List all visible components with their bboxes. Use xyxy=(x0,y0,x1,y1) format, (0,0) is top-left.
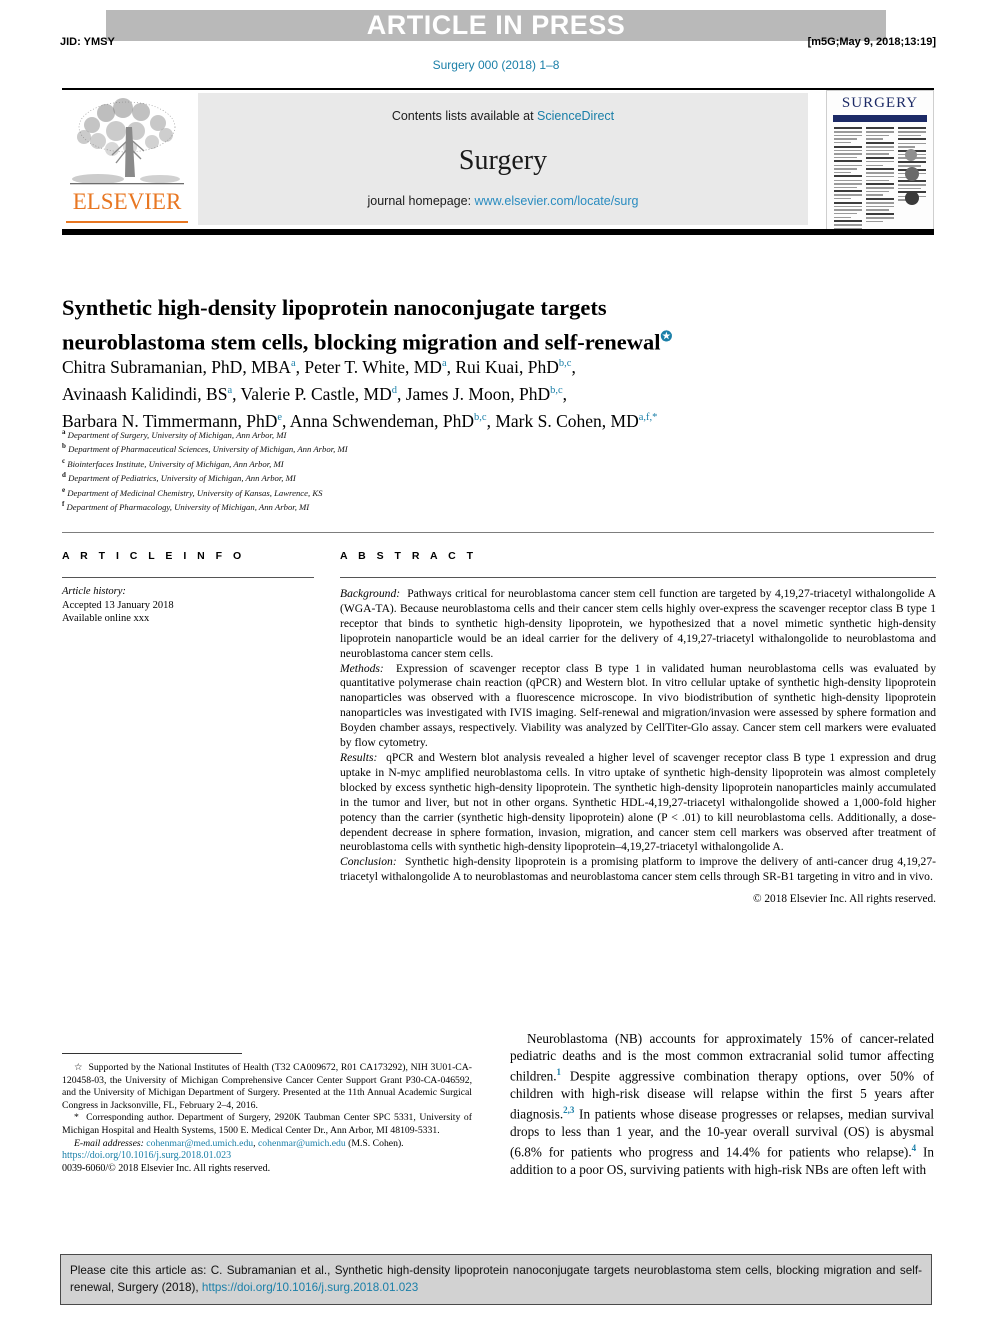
cover-column-left xyxy=(834,127,862,229)
corresponding-author-footnote: * Corresponding author. Department of Su… xyxy=(62,1112,472,1136)
section-divider-rule xyxy=(62,532,934,533)
cover-column-mid xyxy=(866,127,894,224)
abstract-background-label: Background: xyxy=(340,587,401,600)
title-line-2: neuroblastoma stem cells, blocking migra… xyxy=(62,329,661,355)
funding-footnote-text: Supported by the National Institutes of … xyxy=(62,1062,472,1111)
masthead-center-panel: Contents lists available at ScienceDirec… xyxy=(198,93,808,225)
cover-thumb-figure-2 xyxy=(905,191,919,205)
elsevier-underline xyxy=(66,221,188,223)
cover-banner-bar xyxy=(833,115,927,122)
cover-thumb-figure-3 xyxy=(905,149,917,161)
affiliation-item: e Department of Medicinal Chemistry, Uni… xyxy=(62,485,323,498)
abstract-conclusion-paragraph: Conclusion: Synthetic high-density lipop… xyxy=(340,855,936,885)
abstract-copyright: © 2018 Elsevier Inc. All rights reserved… xyxy=(752,893,936,906)
elsevier-tree-icon xyxy=(70,98,184,185)
email-link-2[interactable]: cohenmar@umich.edu xyxy=(258,1138,346,1149)
abstract-heading: A B S T R A C T xyxy=(340,550,477,562)
article-info-heading: A R T I C L E I N F O xyxy=(62,550,246,562)
please-cite-box: Please cite this article as: C. Subraman… xyxy=(60,1254,932,1305)
abstract-conclusion-label: Conclusion: xyxy=(340,855,397,869)
journal-cover-thumbnail: SURGERY xyxy=(826,90,934,230)
introduction-column: Neuroblastoma (NB) accounts for approxim… xyxy=(510,1030,934,1178)
email-suffix: (M.S. Cohen). xyxy=(348,1137,404,1149)
affiliation-item: c Biointerfaces Institute, University of… xyxy=(62,456,284,469)
title-footnote-marker[interactable]: ✪ xyxy=(661,330,673,345)
journal-title: Surgery xyxy=(458,145,548,176)
abstract-results-label: Results: xyxy=(340,750,378,764)
cover-title-text: SURGERY xyxy=(841,95,919,111)
abstract-underline xyxy=(340,577,936,578)
abstract-results-text: qPCR and Western blot analysis revealed … xyxy=(340,750,936,854)
email-footnote: E-mail addresses: cohenmar@med.umich.edu… xyxy=(74,1137,404,1149)
email-link-1[interactable]: cohenmar@med.umich.edu xyxy=(146,1138,253,1149)
abstract-conclusion-text: Synthetic high-density lipoprotein is a … xyxy=(340,855,937,884)
article-info-underline xyxy=(62,577,314,578)
author-line-1: Chitra Subramanian, PhD, MBAa, Peter T. … xyxy=(62,356,576,377)
title-line-1: Synthetic high-density lipoprotein nanoc… xyxy=(62,295,607,321)
issn-copyright-line: 0039-6060/© 2018 Elsevier Inc. All right… xyxy=(62,1162,271,1174)
affiliation-list: a Department of Surgery, University of M… xyxy=(62,427,662,514)
article-available-online: Available online xxx xyxy=(62,613,150,624)
corresponding-author-text: Corresponding author. Department of Surg… xyxy=(62,1112,472,1136)
abstract-methods-text: Expression of scavenger receptor class B… xyxy=(340,661,937,750)
journal-id-label: JID: YMSY xyxy=(60,36,115,48)
author-line-2: Avinaash Kalidindi, BSa, Valerie P. Cast… xyxy=(62,383,568,404)
article-history-block: Article history: Accepted 13 January 201… xyxy=(62,585,314,626)
homepage-prefix: journal homepage: xyxy=(367,194,475,208)
journal-reference-line: Surgery 000 (2018) 1–8 xyxy=(432,58,560,72)
journal-homepage-link[interactable]: www.elsevier.com/locate/surg xyxy=(475,194,639,208)
affiliation-item: a Department of Surgery, University of M… xyxy=(62,428,287,440)
journal-masthead: ELSEVIER Contents lists available at Sci… xyxy=(62,88,934,235)
affiliation-item: f Department of Pharmacology, University… xyxy=(62,500,310,513)
elsevier-wordmark: ELSEVIER xyxy=(72,189,182,214)
article-accepted-date: Accepted 13 January 2018 xyxy=(62,599,174,611)
abstract-results-paragraph: Results: qPCR and Western blot analysis … xyxy=(340,751,936,855)
article-history-label: Article history: xyxy=(62,586,126,597)
abstract-background-paragraph: Background: Pathways critical for neurob… xyxy=(340,587,936,662)
affiliation-item: d Department of Pediatrics, University o… xyxy=(62,471,296,484)
cite-text: Please cite this article as: C. Subraman… xyxy=(70,1264,922,1294)
page-title: Synthetic high-density lipoprotein nanoc… xyxy=(62,293,862,358)
journal-homepage-line: journal homepage: www.elsevier.com/locat… xyxy=(198,194,808,208)
article-in-press-banner: ARTICLE IN PRESS xyxy=(106,10,886,41)
sciencedirect-link[interactable]: ScienceDirect xyxy=(537,109,614,123)
elsevier-logo: ELSEVIER xyxy=(62,93,192,225)
introduction-paragraph: Neuroblastoma (NB) accounts for approxim… xyxy=(510,1031,934,1177)
cover-thumb-figure-1 xyxy=(905,167,919,181)
contents-prefix: Contents lists available at xyxy=(391,109,538,123)
masthead-bottom-rule xyxy=(62,229,934,235)
contents-available-line: Contents lists available at ScienceDirec… xyxy=(198,109,808,123)
abstract-background-text: Pathways critical for neuroblastoma canc… xyxy=(340,587,936,660)
abstract-methods-label: Methods: xyxy=(340,661,384,675)
abstract-section: A B S T R A C T Background: Pathways cri… xyxy=(340,550,936,907)
cite-doi-link[interactable]: https://doi.org/10.1016/j.surg.2018.01.0… xyxy=(202,1281,418,1294)
article-info-section: A R T I C L E I N F O Article history: A… xyxy=(62,550,314,626)
abstract-body: Background: Pathways critical for neurob… xyxy=(340,587,936,907)
affiliation-item: b Department of Pharmaceutical Sciences,… xyxy=(62,442,348,455)
footnote-divider-rule xyxy=(62,1053,242,1054)
funding-footnote: ☆ Supported by the National Institutes o… xyxy=(62,1062,472,1111)
abstract-methods-paragraph: Methods: Expression of scavenger recepto… xyxy=(340,662,936,751)
email-addresses-label: E-mail addresses: xyxy=(74,1137,144,1149)
article-in-press-label: ARTICLE IN PRESS xyxy=(366,10,626,40)
author-list: Chitra Subramanian, PhD, MBAa, Peter T. … xyxy=(62,352,892,432)
masthead-top-rule xyxy=(62,88,934,90)
footnotes-section: ☆ Supported by the National Institutes o… xyxy=(62,1062,472,1175)
typesetter-stamp: [m5G;May 9, 2018;13:19] xyxy=(807,36,936,48)
doi-link[interactable]: https://doi.org/10.1016/j.surg.2018.01.0… xyxy=(62,1150,472,1163)
